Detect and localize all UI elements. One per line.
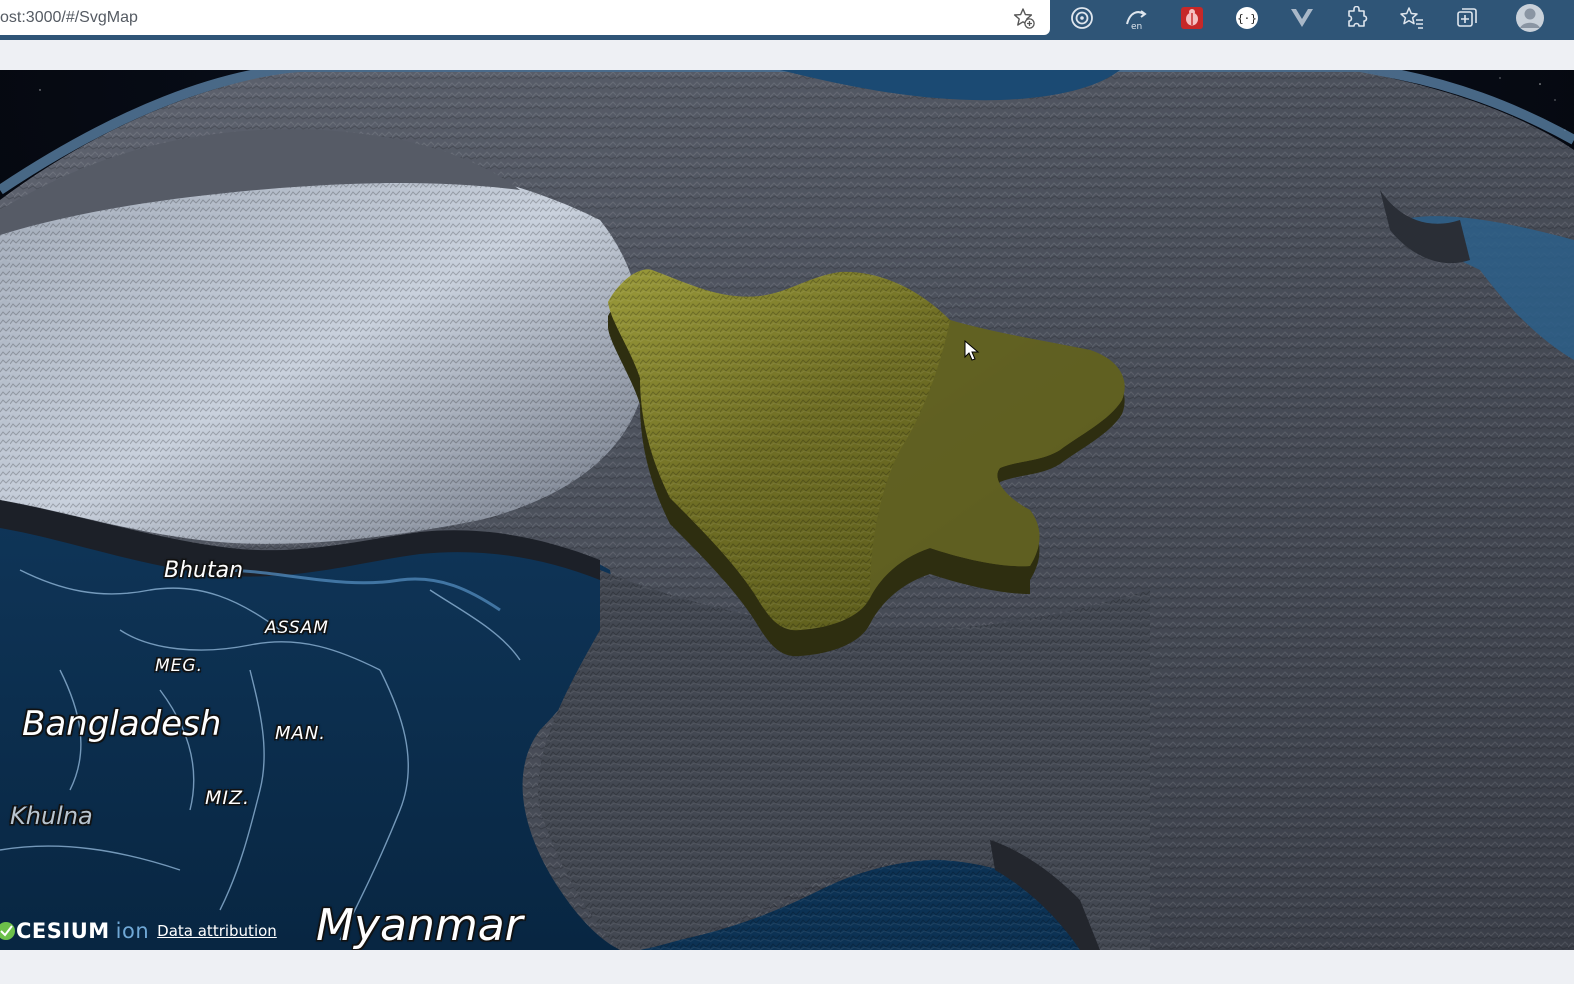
translate-icon: en [1126, 9, 1147, 30]
label-mizoram: MIZ. [205, 787, 251, 809]
svg-text:en: en [1131, 22, 1142, 30]
collections-button[interactable] [1449, 3, 1485, 33]
cesium-logo-text: CESIUM [16, 919, 110, 943]
puzzle-extensions-icon [1348, 5, 1368, 27]
extensions-row: en {·} [1064, 0, 1504, 35]
target-extension-button[interactable] [1064, 3, 1100, 33]
url-text[interactable]: ost:3000/#/SvgMap [0, 9, 138, 27]
cesium-logo-suffix: ion [115, 919, 150, 943]
favorites-button[interactable] [1394, 3, 1430, 33]
data-attribution-link[interactable]: Data attribution [157, 922, 277, 940]
bug-extension-icon [1181, 6, 1203, 29]
cesium-credits: CESIUM ion Data attribution [0, 916, 277, 946]
label-bangladesh: Bangladesh [22, 704, 222, 744]
label-assam: ASSAM [265, 618, 329, 638]
braces-extension-icon: {·} [1236, 6, 1258, 29]
profile-button[interactable] [1514, 2, 1546, 34]
vue-devtools-icon [1291, 8, 1313, 27]
page-footer-strip [0, 950, 1574, 984]
label-myanmar: Myanmar [316, 900, 523, 950]
collections-icon [1457, 7, 1477, 27]
label-khulna: Khulna [10, 802, 93, 830]
target-icon [1071, 6, 1093, 29]
label-meghalaya: MEG. [155, 656, 203, 676]
cesium-logo-icon [0, 922, 15, 940]
favorites-icon [1400, 6, 1423, 29]
braces-extension-button[interactable]: {·} [1229, 3, 1265, 33]
bug-extension-button[interactable] [1174, 3, 1210, 33]
plateau-texture [0, 159, 644, 544]
avatar-icon [1516, 4, 1544, 32]
browser-toolbar: ost:3000/#/SvgMap en {·} [0, 0, 1574, 40]
extensions-button[interactable] [1339, 3, 1375, 33]
label-manipur: MAN. [275, 723, 327, 744]
page-header-strip [0, 40, 1574, 70]
cesium-ion-logo[interactable]: CESIUM ion [0, 919, 149, 943]
add-favorite-button[interactable] [1012, 6, 1036, 30]
svg-text:{·}: {·} [1237, 12, 1257, 25]
cesium-globe-viewer[interactable]: Bhutan ASSAM MEG. Bangladesh MAN. MIZ. K… [0, 70, 1574, 950]
translate-extension-button[interactable]: en [1119, 3, 1155, 33]
star-plus-icon [1013, 8, 1035, 29]
address-bar[interactable]: ost:3000/#/SvgMap [0, 0, 1050, 35]
globe-scene[interactable] [0, 70, 1574, 950]
vue-devtools-button[interactable] [1284, 3, 1320, 33]
label-bhutan: Bhutan [164, 558, 244, 583]
mouse-cursor-icon [964, 340, 980, 361]
